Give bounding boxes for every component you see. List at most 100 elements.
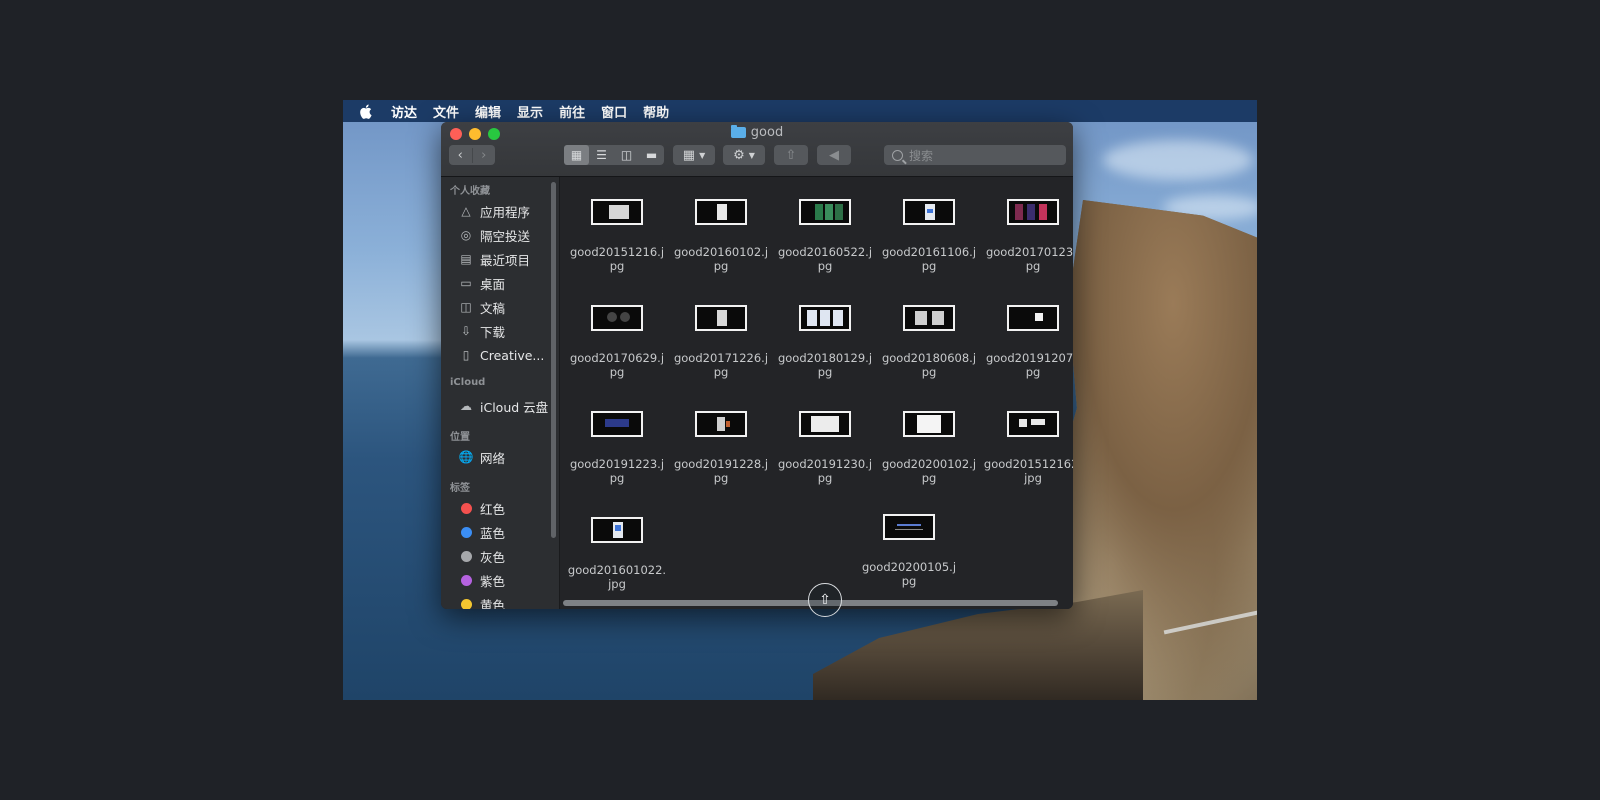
image-thumbnail	[799, 199, 851, 225]
cloud	[1103, 140, 1253, 180]
sidebar-item-network[interactable]: 🌐 网络	[441, 445, 559, 469]
sidebar-item-tag-purple[interactable]: 紫色	[441, 568, 559, 592]
file-name: good20160522.jpg	[777, 245, 873, 273]
image-thumbnail	[1007, 305, 1059, 331]
tag-dot-icon	[461, 502, 472, 514]
sidebar-item-label: 网络	[480, 450, 506, 466]
image-thumbnail	[883, 514, 935, 540]
sidebar-item-label: iCloud 云盘	[480, 399, 549, 415]
file-item[interactable]: good201601022.jpg	[565, 517, 669, 591]
tag-dot-icon	[461, 550, 472, 562]
file-item[interactable]: good20171226.jpg	[669, 305, 773, 379]
share-button[interactable]: ⇧	[774, 145, 808, 165]
file-name: good20180129.jpg	[777, 351, 873, 379]
action-button[interactable]: ⚙ ▼	[723, 145, 765, 165]
desktop-screen: 访达 文件 编辑 显示 前往 窗口 帮助 good ‹ › ▦ ☰ ◫ ▬ ▦ …	[343, 100, 1257, 700]
icon-view-button[interactable]: ▦	[564, 145, 589, 165]
image-thumbnail	[591, 199, 643, 225]
file-item[interactable]: good20151216.jpg	[565, 199, 669, 273]
forward-button[interactable]: ›	[471, 147, 496, 163]
sidebar: 个人收藏 △ 应用程序 ◎ 隔空投送 ▤ 最近项目 ▭ 桌面 ◫ 文稿 ⇩ 下载…	[441, 177, 560, 609]
file-name: good20170123.jpg	[985, 245, 1073, 273]
sidebar-item-tag-yellow[interactable]: 黄色	[441, 592, 559, 609]
file-item[interactable]: good20191230.jpg	[773, 411, 877, 485]
file-name: good20191223.jpg	[569, 457, 665, 485]
tag-icon: ◀	[829, 147, 839, 163]
sidebar-item-label: 文稿	[480, 300, 506, 316]
sidebar-item-tag-blue[interactable]: 蓝色	[441, 520, 559, 544]
gear-icon: ⚙	[733, 147, 745, 163]
column-view-button[interactable]: ◫	[614, 145, 639, 165]
chevron-down-icon: ▼	[748, 150, 755, 160]
file-item[interactable]: good20180608.jpg	[877, 305, 981, 379]
file-item[interactable]: good20191228.jpg	[669, 411, 773, 485]
sidebar-item-tag-red[interactable]: 红色	[441, 496, 559, 520]
file-name: good20171226.jpg	[673, 351, 769, 379]
window-title: good	[441, 125, 1073, 140]
file-item[interactable]: good20161106.jpg	[877, 199, 981, 273]
sidebar-item-label: 最近项目	[480, 252, 531, 268]
image-thumbnail	[591, 305, 643, 331]
tags-button[interactable]: ◀	[817, 145, 851, 165]
sidebar-item-label: 紫色	[480, 573, 506, 589]
file-name: good20180608.jpg	[881, 351, 977, 379]
tag-dot-icon	[461, 526, 472, 538]
image-thumbnail	[591, 517, 643, 543]
file-item[interactable]: good20200105.jpg	[857, 514, 961, 588]
menu-file[interactable]: 文件	[433, 102, 459, 121]
sidebar-item-applications[interactable]: △ 应用程序	[441, 199, 559, 223]
gallery-view-button[interactable]: ▬	[639, 145, 664, 165]
file-item[interactable]: good20180129.jpg	[773, 305, 877, 379]
title-bar: good ‹ › ▦ ☰ ◫ ▬ ▦ ▼ ⚙ ▼ ⇧ ◀ 搜索	[441, 122, 1073, 177]
sidebar-item-label: Creative...	[480, 347, 545, 363]
tag-dot-icon	[461, 574, 472, 586]
sidebar-header-favorites: 个人收藏	[450, 186, 490, 197]
apple-icon[interactable]	[355, 100, 375, 122]
file-name: good20200105.jpg	[861, 560, 957, 588]
sidebar-item-desktop[interactable]: ▭ 桌面	[441, 271, 559, 295]
file-item[interactable]: good20160102.jpg	[669, 199, 773, 273]
file-item[interactable]: good20160522.jpg	[773, 199, 877, 273]
back-button[interactable]: ‹	[449, 148, 472, 163]
file-name: good201601022.jpg	[567, 563, 667, 591]
sidebar-scrollbar[interactable]	[551, 182, 556, 538]
sidebar-item-downloads[interactable]: ⇩ 下载	[441, 319, 559, 343]
sidebar-item-label: 红色	[480, 501, 506, 517]
file-item[interactable]: good20191207.jpg	[981, 305, 1073, 379]
grid-icon: ▦	[682, 147, 696, 163]
menu-edit[interactable]: 编辑	[475, 102, 501, 121]
sidebar-item-creative[interactable]: ▯ Creative...	[441, 343, 559, 367]
sidebar-item-icloud-drive[interactable]: ☁ iCloud 云盘	[441, 394, 559, 418]
sidebar-item-tag-gray[interactable]: 灰色	[441, 544, 559, 568]
image-thumbnail	[591, 411, 643, 437]
image-thumbnail	[1007, 411, 1059, 437]
list-view-button[interactable]: ☰	[589, 145, 614, 165]
image-thumbnail	[903, 305, 955, 331]
file-item[interactable]: good20191223.jpg	[565, 411, 669, 485]
sidebar-item-label: 桌面	[480, 276, 506, 292]
sidebar-item-label: 应用程序	[480, 204, 531, 220]
menu-finder[interactable]: 访达	[391, 102, 417, 121]
group-by-button[interactable]: ▦ ▼	[673, 145, 715, 165]
file-item[interactable]: good20200102.jpg	[877, 411, 981, 485]
menu-window[interactable]: 窗口	[601, 102, 627, 121]
menu-help[interactable]: 帮助	[643, 102, 669, 121]
file-name: good20151216.jpg	[569, 245, 665, 273]
finder-window: good ‹ › ▦ ☰ ◫ ▬ ▦ ▼ ⚙ ▼ ⇧ ◀ 搜索 个人收藏 △ 应…	[441, 122, 1073, 609]
search-placeholder: 搜索	[909, 148, 934, 163]
file-item[interactable]: good20170123.jpg	[981, 199, 1073, 273]
image-thumbnail	[799, 305, 851, 331]
recents-icon: ▤	[460, 252, 472, 266]
image-thumbnail	[1007, 199, 1059, 225]
chevron-down-icon: ▼	[699, 150, 706, 160]
menu-go[interactable]: 前往	[559, 102, 585, 121]
search-field[interactable]: 搜索	[884, 145, 1066, 165]
file-item[interactable]: good20170629.jpg	[565, 305, 669, 379]
image-thumbnail	[799, 411, 851, 437]
sidebar-item-documents[interactable]: ◫ 文稿	[441, 295, 559, 319]
menu-view[interactable]: 显示	[517, 102, 543, 121]
sidebar-item-airdrop[interactable]: ◎ 隔空投送	[441, 223, 559, 247]
file-item[interactable]: good201512162.jpg	[981, 411, 1073, 485]
sidebar-item-recents[interactable]: ▤ 最近项目	[441, 247, 559, 271]
search-icon	[892, 149, 903, 161]
